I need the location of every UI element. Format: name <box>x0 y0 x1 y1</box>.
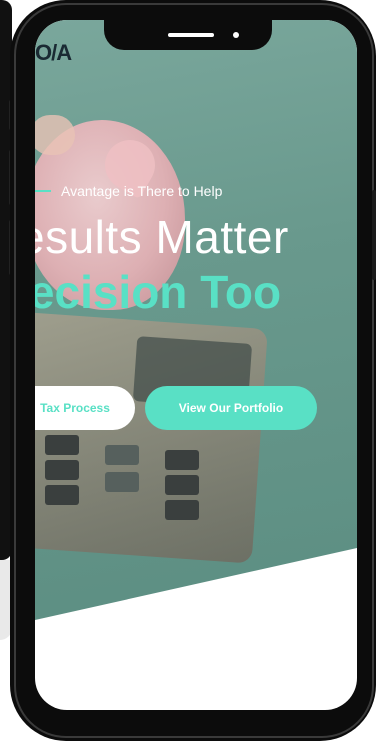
tagline-row: Avantage is There to Help <box>35 183 222 199</box>
view-portfolio-button[interactable]: View Our Portfolio <box>145 386 317 430</box>
calculator-key <box>105 472 139 492</box>
calculator-key <box>165 500 199 520</box>
headline-line-1: esults Matter <box>35 211 289 263</box>
edge-dot <box>354 554 357 558</box>
power-button <box>372 190 376 280</box>
hand-image <box>35 115 75 155</box>
tagline: Avantage is There to Help <box>61 183 223 199</box>
notch-camera-icon <box>233 32 239 38</box>
notch-speaker-icon <box>168 33 214 37</box>
calculator-key <box>45 485 79 505</box>
calculator-key <box>165 450 199 470</box>
phone-screen: O/A Avantage is There to Help esults Mat… <box>35 20 357 710</box>
brand-logo[interactable]: O/A <box>35 40 72 66</box>
calculator-key <box>45 460 79 480</box>
calculator-key <box>165 475 199 495</box>
tax-process-button[interactable]: Tax Process <box>35 386 135 430</box>
headline-line-2: recision Too <box>35 266 282 318</box>
hero-section: O/A Avantage is There to Help esults Mat… <box>35 20 357 620</box>
calculator-key <box>105 445 139 465</box>
tagline-dash <box>35 190 51 192</box>
calculator-key <box>45 435 79 455</box>
